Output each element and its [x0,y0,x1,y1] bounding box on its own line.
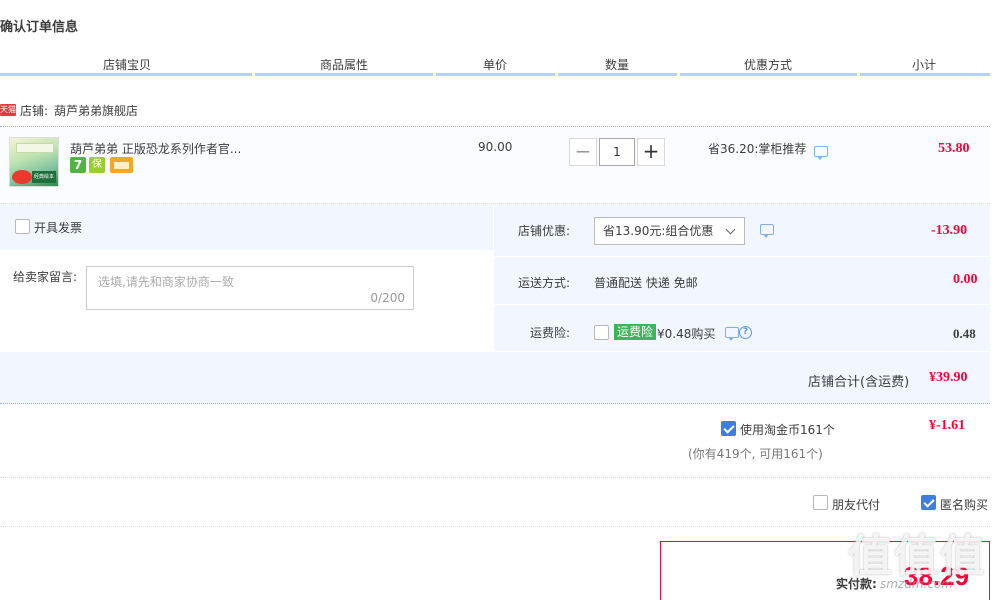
quantity-minus-button[interactable]: − [569,138,597,166]
thumbnail-label: 经典绘本 [32,171,56,183]
watermark-logo: 值值值 [848,531,986,582]
coins-note: (你有419个, 可用161个) [688,447,823,461]
column-divider [680,73,857,76]
chat-bubble-icon[interactable] [725,327,739,341]
thumbnail-badge [12,170,32,184]
chevron-down-icon [725,224,736,235]
item-discount-text: 省36.20:掌柜推荐 [708,142,807,156]
message-label: 给卖家留言: [13,270,78,284]
insurance-value: 0.48 [953,326,976,341]
column-header-quantity: 数量 [604,58,629,72]
anonymous-checkbox[interactable] [921,495,936,510]
message-char-counter: 0/200 [370,291,405,305]
anonymous-label: 匿名购买 [940,498,989,512]
shop-label: 店铺: [20,103,49,118]
tmall-badge-icon: 天猫 [0,104,16,116]
credit-card-icon[interactable] [110,157,133,173]
divider [0,477,990,478]
seven-day-return-icon[interactable]: 7 [70,157,86,173]
shop-discount-select[interactable]: 省13.90元:组合优惠 [594,217,745,245]
watermark-site: smzdm.com [880,577,953,591]
shop-discount-value: -13.90 [931,223,968,238]
shipping-value: 0.00 [953,272,978,287]
column-divider [255,73,433,76]
shop-total-label: 店铺合计(含运费) [808,375,910,390]
seller-message-input[interactable]: 选填,请先和商家协商一致 0/200 [86,266,414,310]
chat-bubble-icon[interactable] [814,146,828,160]
column-divider [0,73,252,76]
column-header-subtotal: 小计 [911,58,936,72]
insurance-tag: 运费险 [614,324,657,340]
help-question-icon[interactable]: ? [739,326,752,339]
item-thumbnail[interactable]: 经典绘本 [9,137,59,187]
item-subtotal: 53.80 [938,141,970,156]
invoice-checkbox[interactable] [15,219,30,234]
message-placeholder: 选填,请先和商家协商一致 [98,275,234,289]
shop-name-link[interactable]: 葫芦弟弟旗舰店 [54,102,138,119]
insurance-label: 运费险: [530,326,571,340]
shipping-label: 运送方式: [518,276,571,290]
invoice-label: 开具发票 [34,221,83,235]
item-title-link[interactable]: 葫芦弟弟 正版恐龙系列作者官... [70,140,241,157]
column-header-unit-price: 单价 [482,58,507,72]
page-title: 确认订单信息 [0,20,79,35]
shop-discount-label: 店铺优惠: [518,224,571,238]
unit-price: 90.00 [478,140,513,154]
insurance-price: ¥0.48购买 [657,327,716,341]
chat-bubble-icon[interactable] [760,224,774,238]
column-header-shop-item: 店铺宝贝 [102,58,151,72]
coins-label: 使用淘金币161个 [740,423,835,437]
quantity-input[interactable]: 1 [599,138,635,166]
guarantee-icon[interactable]: 保 [89,157,105,173]
coins-checkbox[interactable] [721,421,736,436]
quantity-plus-button[interactable]: + [637,138,665,166]
column-header-attributes: 商品属性 [319,58,368,72]
divider [0,526,990,527]
shop-total-value: ¥39.90 [929,370,968,385]
insurance-checkbox[interactable] [594,325,609,340]
thumbnail-book-cover [16,143,54,153]
column-divider [436,73,555,76]
column-divider [558,73,677,76]
friend-pay-checkbox[interactable] [813,495,828,510]
friend-pay-label: 朋友代付 [832,498,881,512]
column-header-discount: 优惠方式 [743,58,792,72]
coins-value: ¥-1.61 [929,418,966,433]
shipping-method: 普通配送 快递 免邮 [594,276,698,290]
column-divider [860,73,990,76]
shop-discount-selected: 省13.90元:组合优惠 [603,224,714,238]
item-row [0,126,990,204]
shop-row: 天猫 店铺: 葫芦弟弟旗舰店 [0,102,138,118]
